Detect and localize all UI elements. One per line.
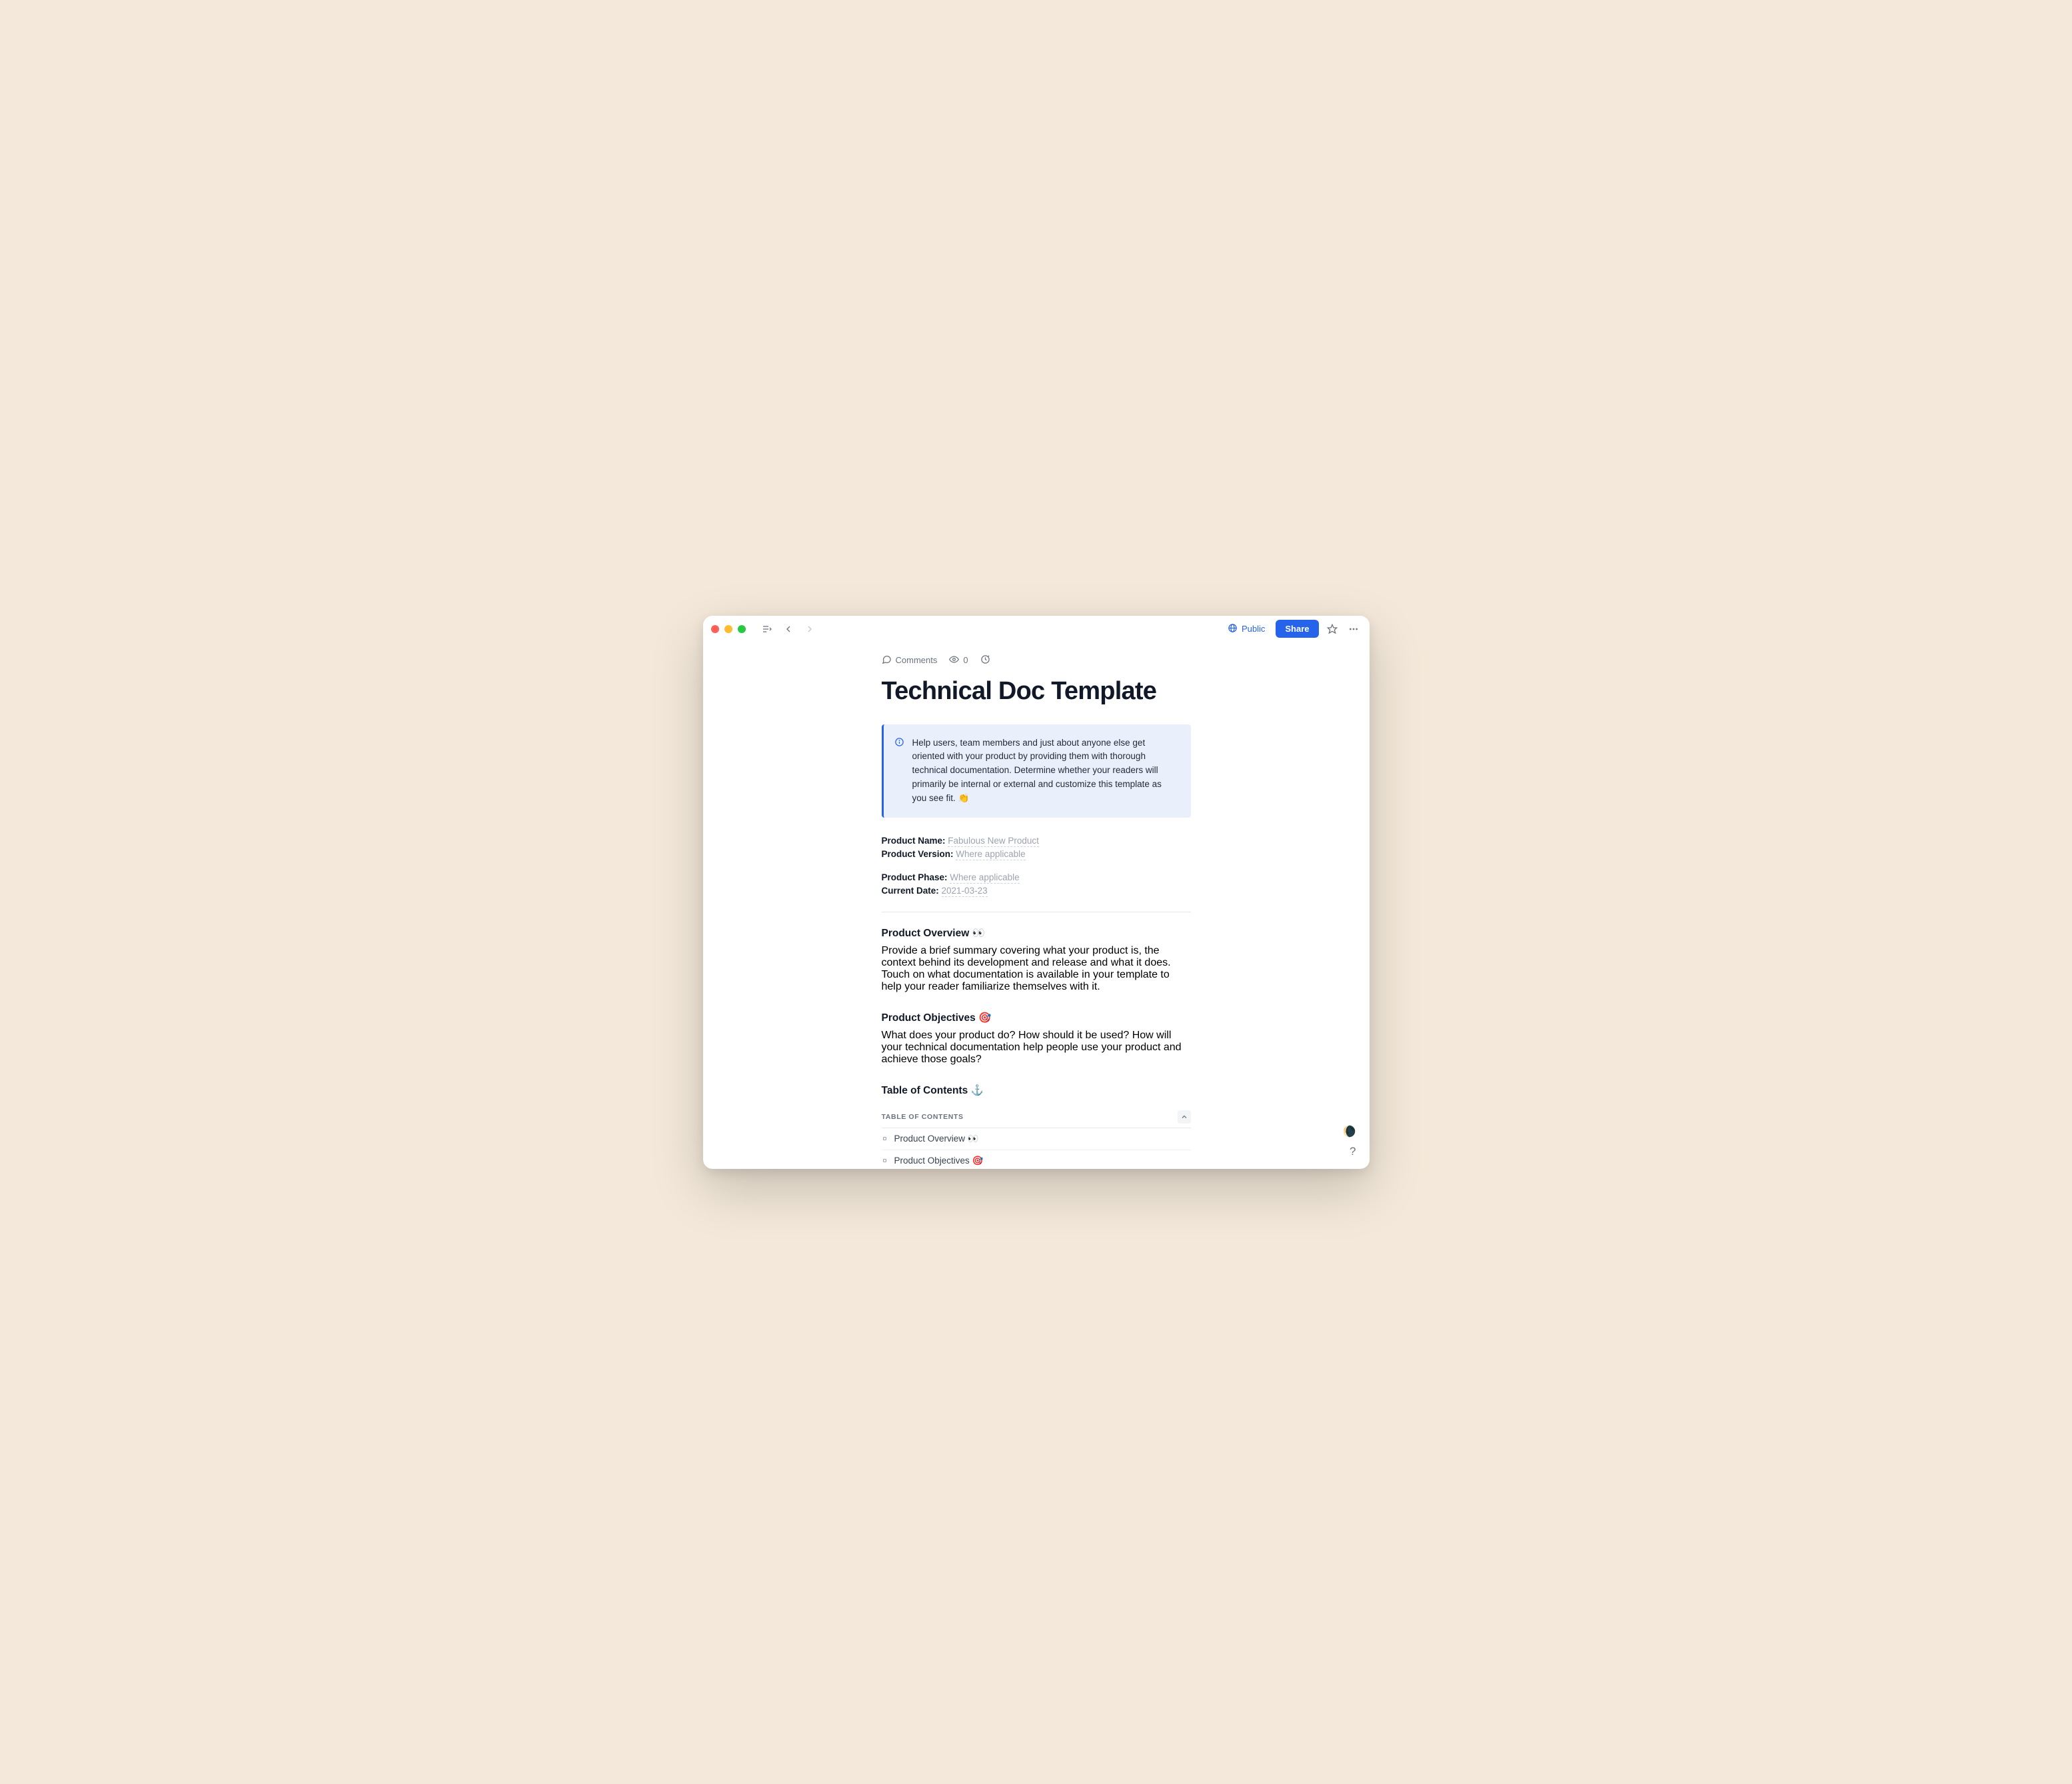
toc-header-row: TABLE OF CONTENTS bbox=[882, 1106, 1191, 1128]
app-window: Public Share Comments bbox=[703, 616, 1370, 1169]
views-counter[interactable]: 0 bbox=[949, 654, 968, 666]
more-menu-button[interactable] bbox=[1346, 621, 1362, 637]
minimize-window-button[interactable] bbox=[724, 625, 732, 633]
field-label: Product Name: bbox=[882, 836, 946, 846]
field-product-version[interactable]: Product Version: Where applicable bbox=[882, 848, 1191, 860]
visibility-public-badge[interactable]: Public bbox=[1222, 620, 1270, 638]
visibility-label: Public bbox=[1242, 624, 1265, 634]
overview-placeholder: Provide a brief summary covering what yo… bbox=[882, 945, 1171, 992]
section-heading-objectives: Product Objectives 🎯 bbox=[882, 1012, 1191, 1024]
comment-icon bbox=[882, 654, 892, 666]
toc-bullet-icon bbox=[883, 1137, 886, 1140]
sidebar-toggle-icon[interactable] bbox=[759, 621, 775, 637]
theme-toggle-button[interactable]: 🌘 bbox=[1343, 1125, 1356, 1138]
views-count: 0 bbox=[963, 655, 968, 665]
field-placeholder: Where applicable bbox=[956, 849, 1025, 860]
page-body: Comments 0 Technical Doc Template bbox=[703, 642, 1370, 1169]
field-placeholder: Fabulous New Product bbox=[948, 836, 1039, 847]
field-placeholder: Where applicable bbox=[950, 872, 1019, 884]
toc-collapse-button[interactable] bbox=[1178, 1110, 1191, 1124]
close-window-button[interactable] bbox=[711, 625, 719, 633]
info-callout: Help users, team members and just about … bbox=[882, 724, 1191, 818]
nav-back-button[interactable] bbox=[780, 621, 796, 637]
share-button[interactable]: Share bbox=[1276, 620, 1318, 638]
history-button[interactable] bbox=[980, 654, 990, 666]
eye-icon bbox=[949, 654, 959, 666]
toc-item-label: Product Objectives 🎯 bbox=[894, 1156, 984, 1166]
window-controls bbox=[711, 625, 746, 633]
toc-item[interactable]: Product Overview 👀 bbox=[882, 1128, 1191, 1150]
field-label: Current Date: bbox=[882, 886, 939, 896]
toc-bullet-icon bbox=[883, 1159, 886, 1162]
maximize-window-button[interactable] bbox=[738, 625, 746, 633]
field-label: Product Phase: bbox=[882, 872, 948, 882]
page-meta-row: Comments 0 bbox=[882, 654, 1191, 666]
page-title: Technical Doc Template bbox=[882, 677, 1191, 706]
toolbar: Public Share bbox=[703, 616, 1370, 642]
toc-list: Product Overview 👀Product Objectives 🎯Ta… bbox=[882, 1128, 1191, 1169]
clock-icon bbox=[980, 654, 990, 666]
favorite-star-button[interactable] bbox=[1324, 621, 1340, 637]
toc-label: TABLE OF CONTENTS bbox=[882, 1113, 964, 1121]
info-icon bbox=[894, 737, 904, 806]
comments-label: Comments bbox=[896, 655, 938, 665]
field-placeholder: 2021-03-23 bbox=[942, 886, 988, 897]
toc-heading: Table of Contents ⚓ bbox=[882, 1084, 1191, 1097]
help-button[interactable]: ? bbox=[1350, 1145, 1356, 1158]
chevron-up-icon bbox=[1180, 1113, 1188, 1121]
field-product-name[interactable]: Product Name: Fabulous New Product bbox=[882, 835, 1191, 847]
objectives-body[interactable]: What does your product do? How should it… bbox=[882, 1030, 1191, 1066]
comments-button[interactable]: Comments bbox=[882, 654, 938, 666]
field-label: Product Version: bbox=[882, 849, 954, 859]
callout-text: Help users, team members and just about … bbox=[912, 736, 1176, 806]
objectives-placeholder: What does your product do? How should it… bbox=[882, 1030, 1182, 1065]
section-heading-overview: Product Overview 👀 bbox=[882, 927, 1191, 940]
nav-forward-button[interactable] bbox=[802, 621, 818, 637]
overview-body[interactable]: Provide a brief summary covering what yo… bbox=[882, 945, 1191, 993]
toc-item[interactable]: Product Objectives 🎯 bbox=[882, 1150, 1191, 1169]
globe-icon bbox=[1228, 623, 1238, 635]
field-current-date[interactable]: Current Date: 2021-03-23 bbox=[882, 885, 1191, 897]
toc-item-label: Product Overview 👀 bbox=[894, 1134, 979, 1144]
field-product-phase[interactable]: Product Phase: Where applicable bbox=[882, 872, 1191, 884]
